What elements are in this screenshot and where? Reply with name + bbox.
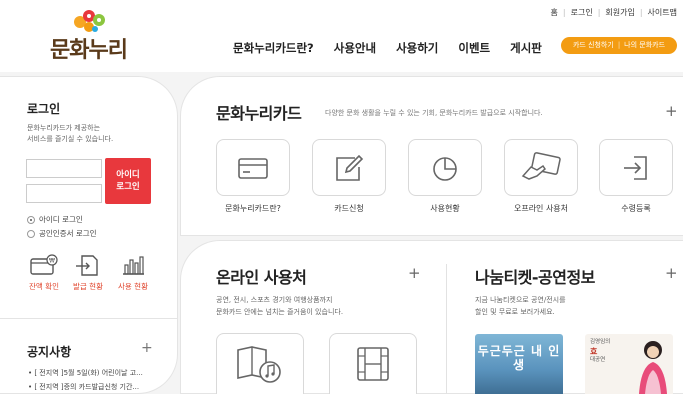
util-home-link[interactable]: 홈 [551,7,558,18]
film-strip-icon [357,347,389,381]
utility-nav: 홈 | 로그인 | 회원가입 | 사이트맵 [550,7,677,18]
card-section-description: 다양한 문화 생활을 누릴 수 있는 기회, 문화누리카드 발급으로 시작합니다… [325,109,543,117]
online-item-film[interactable] [329,333,417,394]
notice-title: 공지사항 [27,345,72,359]
poster-performer-image [639,341,667,394]
online-item-music[interactable] [216,333,304,394]
util-signup-link[interactable]: 회원가입 [605,7,634,18]
card-cta-pill: 카드 신청하기 | 나의 문화카드 [561,37,677,54]
my-card-link[interactable]: 나의 문화카드 [624,41,665,49]
quick-issue-status[interactable]: 발급 현황 [65,254,111,292]
notice-item[interactable]: • [ 전지역 ]증의 카드발급신청 기간... [28,382,139,392]
quick-label: 잔액 확인 [29,282,59,291]
quick-label: 발급 현황 [73,282,103,291]
card-section-title: 문화누리카드 [216,104,302,123]
poster-show-2[interactable]: 김영임의 효 대공연 [585,334,673,394]
site-logo[interactable]: 문화누리 [50,8,132,63]
quick-label: 사용 현황 [118,282,148,291]
notice-item[interactable]: • [ 전지역 ]5월 5일(화) 어린이날 고... [28,368,143,378]
notice-divider [0,318,178,319]
radio-cert-login[interactable]: 공인인증서 로그인 [27,228,97,239]
card-label[interactable]: 오프라인 사용처 [496,203,586,214]
poster-title: 두근두근 내 인생 [477,344,561,372]
card-label[interactable]: 문화누리카드란? [208,203,298,214]
card-section-plus-icon[interactable]: + [665,102,678,120]
card-item-apply[interactable] [312,139,386,196]
poster-text: 김영임의 효 대공연 [590,339,611,363]
id-input[interactable] [26,159,102,178]
radio-unselected-icon [27,229,35,238]
main-nav: 문화누리카드란? 사용안내 사용하기 이벤트 게시판 [233,37,542,56]
svg-text:₩: ₩ [49,258,55,265]
util-login-link[interactable]: 로그인 [571,7,593,18]
card-item-offline[interactable] [504,139,578,196]
login-title: 로그인 [27,102,61,116]
nav-item-guide[interactable]: 사용안내 [334,40,376,56]
login-button[interactable]: 아이디 로그인 [105,158,151,204]
online-description: 공연, 전시, 스포츠 경기와 여행상품까지 문화카드 안에는 넘치는 즐거움이… [216,296,344,316]
logo-text: 문화누리 [50,38,128,63]
poster-show-1[interactable]: 두근두근 내 인생 [475,334,563,394]
nanum-plus-icon[interactable]: + [665,264,678,282]
card-label[interactable]: 사용현황 [400,203,490,214]
nanum-section-title: 나눔티켓-공연정보 [475,268,595,287]
wallet-icon: ₩ [30,254,58,275]
site-header: 문화누리 홈 | 로그인 | 회원가입 | 사이트맵 문화누리카드란? 사용안내 사용하기 이벤트… [0,0,683,72]
radio-selected-icon [27,215,35,224]
sign-in-icon [624,155,647,180]
nav-item-about[interactable]: 문화누리카드란? [233,40,314,56]
online-plus-icon[interactable]: + [408,264,421,282]
card-item-usage[interactable] [408,139,482,196]
nanum-description: 지금 나눔티켓으로 공연/전시를 할인 및 무료로 보러가세요. [475,296,566,316]
bar-chart-icon [123,256,144,275]
card-swipe-icon [521,151,561,180]
edit-pencil-icon [336,154,364,181]
login-description: 문화누리카드가 제공하는 서비스를 즐기실 수 있습니다. [27,124,114,143]
apply-card-link[interactable]: 카드 신청하기 [573,41,614,49]
radio-id-login[interactable]: 아이디 로그인 [27,214,83,225]
pie-chart-icon [433,156,457,181]
logo-flowers-icon [74,10,105,32]
notice-more-plus-icon[interactable]: + [141,340,153,356]
nav-item-use[interactable]: 사용하기 [396,40,438,56]
document-arrow-icon [76,255,98,276]
card-item-about[interactable] [216,139,290,196]
quick-usage-status[interactable]: 사용 현황 [110,254,156,292]
book-music-icon [237,346,281,383]
card-label[interactable]: 수령등록 [591,203,681,214]
nav-item-event[interactable]: 이벤트 [458,40,490,56]
card-item-register[interactable] [599,139,673,196]
section-divider [446,264,447,394]
quick-balance-check[interactable]: ₩ 잔액 확인 [21,254,67,292]
nav-item-board[interactable]: 게시판 [510,40,542,56]
password-input[interactable] [26,184,102,203]
util-sitemap-link[interactable]: 사이트맵 [648,7,677,18]
card-label[interactable]: 카드신청 [304,203,394,214]
credit-card-icon [238,157,268,179]
online-section-title: 온라인 사용처 [216,268,307,287]
